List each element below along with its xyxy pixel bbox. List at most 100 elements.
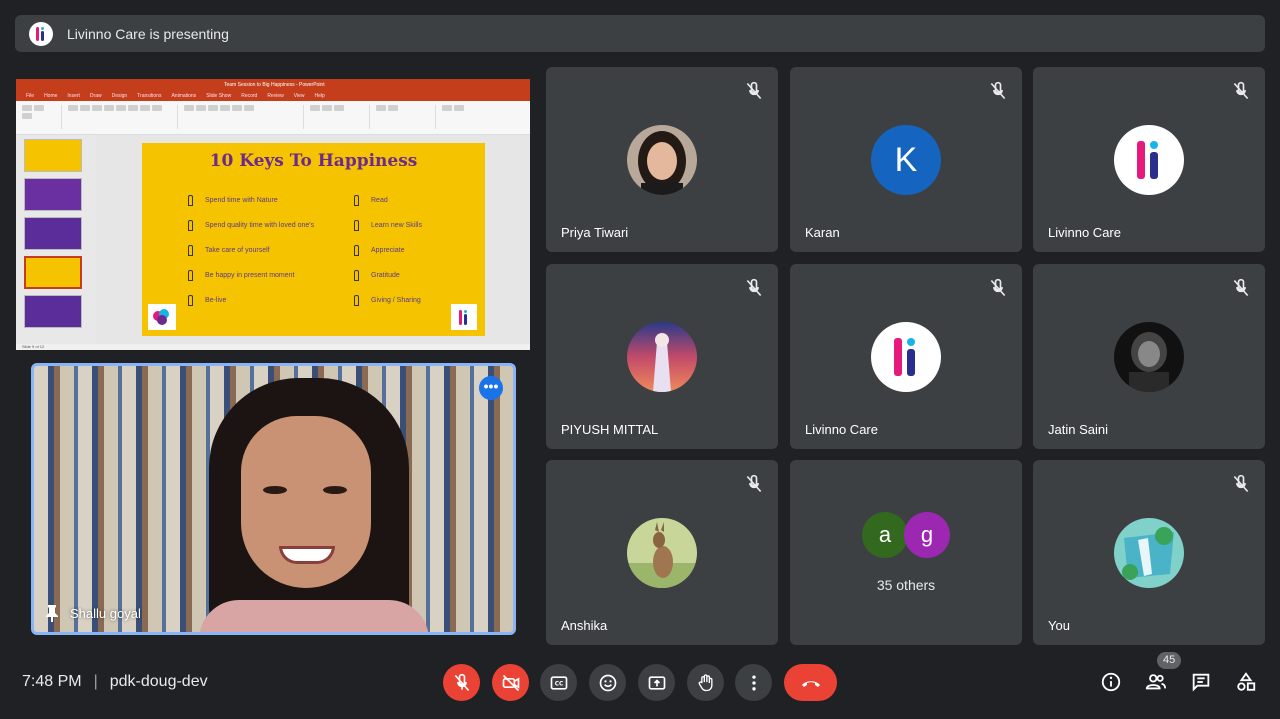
more-vert-icon xyxy=(751,675,756,690)
present-now-button[interactable] xyxy=(638,664,675,701)
participant-avatar: a xyxy=(862,512,908,558)
participant-tile[interactable]: Priya Tiwari xyxy=(546,67,778,252)
shapes-icon xyxy=(1237,672,1256,691)
chat-button[interactable] xyxy=(1189,670,1213,694)
hand-icon xyxy=(698,673,712,691)
key-icon xyxy=(354,295,359,306)
ppt-tab: Design xyxy=(111,93,128,99)
mic-toggle-button[interactable] xyxy=(443,664,480,701)
others-avatars: a g xyxy=(790,512,1022,558)
participant-name: Shallu goyal xyxy=(70,605,141,621)
livinno-logo-icon xyxy=(1114,125,1184,195)
current-slide: 10 Keys To Happiness Spend time with Nat… xyxy=(142,143,485,336)
ppt-tab: Insert xyxy=(67,93,80,99)
emoji-icon xyxy=(599,674,616,691)
svg-text:CC: CC xyxy=(554,681,563,687)
ppt-tab: Home xyxy=(44,93,58,99)
participant-tile[interactable]: Livinno Care xyxy=(1033,67,1265,252)
shared-screen: Team Session to Big Happiness - PowerPoi… xyxy=(16,79,530,350)
participant-avatar: g xyxy=(904,512,950,558)
more-options-button[interactable] xyxy=(735,664,772,701)
captions-button[interactable]: CC xyxy=(540,664,577,701)
ppt-window-title: Team Session to Big Happiness - PowerPoi… xyxy=(224,82,325,88)
participant-tile[interactable]: Anshika xyxy=(546,460,778,645)
participant-tile[interactable]: PIYUSH MITTAL xyxy=(546,264,778,449)
slide-left-logo xyxy=(148,304,176,330)
pin-icon xyxy=(46,605,58,622)
reactions-button[interactable] xyxy=(589,664,626,701)
participant-name: Priya Tiwari xyxy=(561,225,629,240)
participant-avatar xyxy=(627,125,697,195)
mic-off-icon xyxy=(746,278,762,297)
key-item: Be happy in present moment xyxy=(205,272,295,279)
key-icon xyxy=(354,245,359,256)
people-button[interactable] xyxy=(1144,670,1168,694)
participant-tile[interactable]: You xyxy=(1033,460,1265,645)
mic-off-icon xyxy=(1233,474,1249,493)
others-tile[interactable]: a g 35 others xyxy=(790,460,1022,645)
activities-button[interactable] xyxy=(1234,670,1258,694)
presenting-text: Livinno Care is presenting xyxy=(67,25,229,42)
ppt-tab: Animations xyxy=(171,93,197,99)
mic-off-icon xyxy=(454,673,469,691)
slide-thumbnail xyxy=(24,139,82,172)
ppt-tab: Transitions xyxy=(137,93,162,99)
present-screen-icon xyxy=(648,675,665,690)
more-options-button[interactable]: ••• xyxy=(479,376,503,400)
mic-off-icon xyxy=(1233,81,1249,100)
participant-tile[interactable]: Livinno Care xyxy=(790,264,1022,449)
meeting-info: 7:48 PM | pdk-doug-dev xyxy=(22,673,208,691)
key-icon xyxy=(188,295,193,306)
separator: | xyxy=(93,673,98,690)
people-icon xyxy=(1145,674,1167,690)
bottom-bar: 7:48 PM | pdk-doug-dev CC 45 xyxy=(0,652,1280,719)
ppt-tab: View xyxy=(293,93,305,99)
key-item: Giving / Sharing xyxy=(371,297,421,304)
people-count-badge: 45 xyxy=(1157,652,1182,669)
participant-tile[interactable]: Jatin Saini xyxy=(1033,264,1265,449)
participant-name: Anshika xyxy=(561,618,608,633)
slide-thumbnail xyxy=(24,217,82,250)
key-item: Learn new Skills xyxy=(371,222,422,229)
key-item: Read xyxy=(371,197,388,204)
ppt-tab: Draw xyxy=(89,93,102,99)
ppt-tab: File xyxy=(26,93,35,99)
participant-avatar: K xyxy=(871,125,941,195)
slide-thumbnail xyxy=(24,178,82,211)
raise-hand-button[interactable] xyxy=(687,664,724,701)
ppt-ribbon-tabs: File Home Insert Draw Design Transitions… xyxy=(16,91,530,101)
livinno-logo-icon xyxy=(871,322,941,392)
hang-up-icon xyxy=(801,680,820,687)
camera-toggle-button[interactable] xyxy=(492,664,529,701)
presenting-banner: Livinno Care is presenting xyxy=(15,15,1265,52)
participant-tile[interactable]: K Karan xyxy=(790,67,1022,252)
participant-avatar xyxy=(627,518,697,588)
participant-avatar xyxy=(1114,518,1184,588)
spotlight-tile[interactable]: ••• Shallu goyal xyxy=(31,363,516,635)
mic-off-icon xyxy=(990,278,1006,297)
slide-thumbnail xyxy=(24,295,82,328)
leave-call-button[interactable] xyxy=(784,664,837,701)
key-icon xyxy=(354,220,359,231)
participant-name: Karan xyxy=(805,225,840,240)
participant-avatar xyxy=(627,322,697,392)
others-count: 35 others xyxy=(876,577,936,593)
key-item: Take care of yourself xyxy=(205,247,270,254)
meeting-details-button[interactable] xyxy=(1099,670,1123,694)
key-item: Spend time with Nature xyxy=(205,197,278,204)
participant-name: PIYUSH MITTAL xyxy=(561,422,659,437)
info-icon xyxy=(1101,672,1121,692)
participant-video xyxy=(199,378,429,632)
slide-thumbnails xyxy=(16,135,96,344)
slide-count: Slide 9 of 12 xyxy=(22,344,45,349)
keys-left-list: Spend time with Nature Spend quality tim… xyxy=(188,195,314,306)
key-icon xyxy=(188,245,193,256)
key-item: Be-live xyxy=(205,297,227,304)
mic-off-icon xyxy=(990,81,1006,100)
ppt-title-bar: Team Session to Big Happiness - PowerPoi… xyxy=(16,79,530,91)
mic-off-icon xyxy=(1233,278,1249,297)
ppt-tab: Record xyxy=(241,93,258,99)
slide-thumbnail-selected xyxy=(24,256,82,289)
closed-captions-icon: CC xyxy=(550,675,567,690)
ppt-status-bar: Slide 9 of 12 xyxy=(16,344,530,350)
